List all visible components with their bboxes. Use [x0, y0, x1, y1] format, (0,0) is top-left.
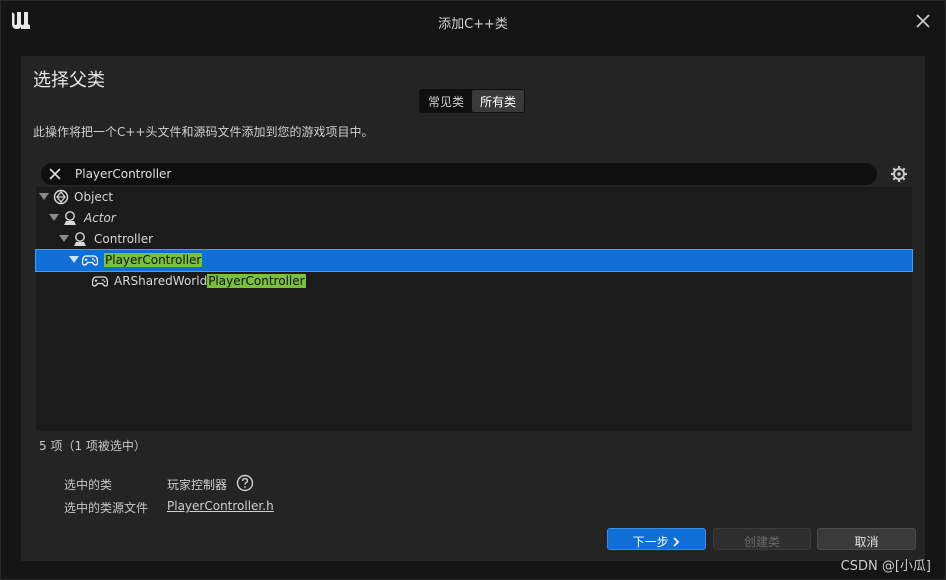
create-class-button[interactable]: 创建类 [713, 528, 811, 550]
gamepad-icon [82, 255, 98, 266]
gear-icon[interactable] [889, 164, 909, 184]
cancel-button[interactable]: 取消 [817, 528, 916, 550]
title-bar[interactable]: 添加C++类 [1, 1, 945, 41]
controller-icon [74, 232, 86, 246]
expand-arrow-icon[interactable] [49, 214, 59, 222]
search-match-highlight: PlayerController [207, 274, 306, 288]
selected-class-label: 选中的类 [64, 478, 113, 492]
expand-arrow-icon[interactable] [59, 235, 69, 243]
class-filter-tabs: 常见类 所有类 [419, 89, 526, 113]
tree-row-text: Controller [94, 232, 154, 246]
tree-row-label: PlayerController [104, 253, 203, 267]
main-panel: 选择父类 常见类 所有类 此操作将把一个C++头文件和源码文件添加到您的游戏项目… [21, 56, 925, 561]
tree-row-actor[interactable]: Actor [36, 208, 912, 229]
source-file-label: 选中的类源文件 [64, 501, 149, 515]
help-icon[interactable] [236, 474, 254, 492]
tree-row-label: Actor [84, 211, 116, 225]
tree-row-label: Controller [94, 232, 153, 246]
expand-arrow-icon[interactable] [39, 193, 49, 201]
tree-row-object[interactable]: Object [36, 187, 912, 208]
selected-class-value: 玩家控制器 [167, 478, 228, 492]
next-button[interactable]: 下一步 [607, 528, 706, 550]
tree-row-text: Actor [84, 211, 116, 225]
tree-row-text: Object [74, 190, 114, 204]
tab-common-classes[interactable]: 常见类 [420, 90, 472, 112]
gamepad-icon [92, 276, 108, 287]
tree-row-label: ARSharedWorldPlayerController [114, 274, 306, 288]
tab-all-classes[interactable]: 所有类 [472, 90, 525, 112]
search-input[interactable] [75, 163, 855, 185]
search-box [41, 163, 877, 185]
tree-row-text: ARSharedWorld [114, 274, 208, 288]
clear-search-icon[interactable] [47, 166, 63, 182]
tree-row-controller[interactable]: Controller [36, 229, 912, 250]
description-text: 此操作将把一个C++头文件和源码文件添加到您的游戏项目中。 [33, 125, 374, 139]
search-match-highlight: PlayerController [104, 253, 203, 267]
tree-row-arsharedworldplayercontroller[interactable]: ARSharedWorldPlayerController [36, 271, 912, 292]
class-tree: Object Actor Controller PlayerController… [35, 187, 913, 431]
item-count: 5 项（1 项被选中） [39, 439, 146, 453]
actor-icon [64, 211, 76, 225]
object-icon [53, 189, 69, 205]
close-icon[interactable] [913, 11, 933, 31]
source-file-link[interactable]: PlayerController.h [167, 499, 274, 513]
window-title: 添加C++类 [438, 17, 508, 32]
tree-row-label: Object [74, 190, 113, 204]
watermark: CSDN @[小瓜] [840, 559, 931, 574]
chevron-right-icon [673, 537, 680, 547]
expand-arrow-icon[interactable] [69, 256, 79, 264]
next-button-label: 下一步 [632, 535, 669, 549]
tree-row-playercontroller[interactable]: PlayerController [35, 249, 913, 272]
page-heading: 选择父类 [33, 70, 105, 91]
add-cpp-class-dialog: 添加C++类 选择父类 常见类 所有类 此操作将把一个C++头文件和源码文件添加… [0, 0, 946, 580]
